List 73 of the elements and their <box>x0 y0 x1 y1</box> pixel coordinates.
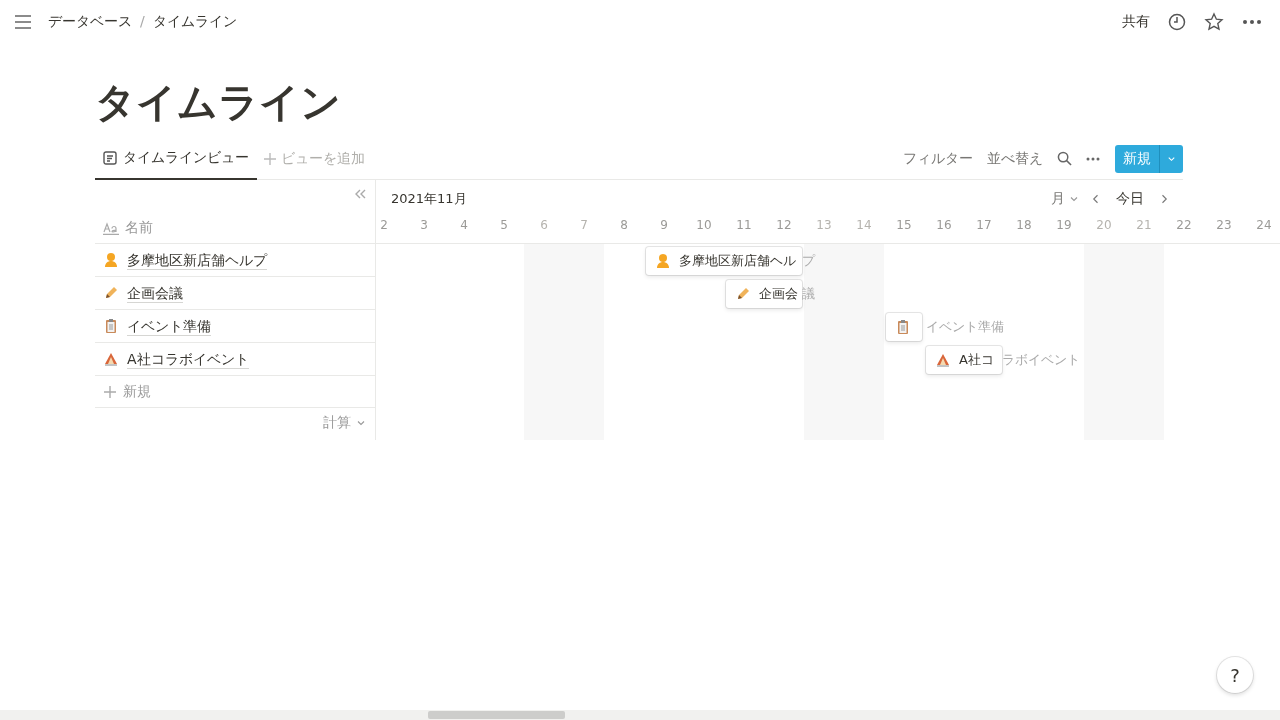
filter-button[interactable]: フィルター <box>896 149 980 168</box>
star-icon <box>1204 12 1224 32</box>
sort-button[interactable]: 並べ替え <box>980 149 1050 168</box>
bar-title-overflow: イベント準備 <box>926 318 1004 336</box>
day-label: 21 <box>1135 218 1153 232</box>
collapse-button[interactable] <box>353 188 367 200</box>
bar-title-overflow: ラボイベント <box>1002 351 1080 369</box>
day-label: 23 <box>1215 218 1233 232</box>
row-title[interactable]: イベント準備 <box>127 316 211 336</box>
day-label: 16 <box>935 218 953 232</box>
day-label: 8 <box>619 218 629 232</box>
month-label: 2021年11月 <box>391 190 467 208</box>
today-button[interactable]: 今日 <box>1112 190 1148 208</box>
view-tab[interactable]: タイムラインビュー <box>95 137 257 180</box>
day-label: 12 <box>775 218 793 232</box>
scrollbar-thumb[interactable] <box>428 711 565 719</box>
timeline-bar[interactable]: 多摩地区新店舗ヘル <box>646 247 802 275</box>
timeline-bar[interactable]: A社コ <box>926 346 1002 374</box>
bar-title: 多摩地区新店舗ヘル <box>679 252 796 270</box>
scale-dropdown[interactable]: 月 <box>1051 190 1080 208</box>
breadcrumb-separator: / <box>140 13 145 31</box>
bar-title: 企画会 <box>759 285 798 303</box>
more-icon <box>1242 19 1262 25</box>
timeline-bar[interactable]: 企画会 <box>726 280 802 308</box>
column-header: 名前 <box>125 219 153 237</box>
plus-icon <box>263 151 277 166</box>
tent-icon <box>935 352 951 368</box>
tent-icon <box>103 351 119 367</box>
clipboard-icon <box>895 319 911 335</box>
clipboard-icon <box>103 318 119 334</box>
plus-icon <box>103 384 117 399</box>
day-label: 3 <box>419 218 429 232</box>
double-chevron-icon <box>353 188 367 200</box>
clock-icon <box>1168 13 1186 31</box>
search-icon <box>1057 151 1072 166</box>
person-icon <box>655 253 671 269</box>
timeline-icon <box>103 150 117 165</box>
day-label: 7 <box>579 218 589 232</box>
day-label: 6 <box>539 218 549 232</box>
day-label: 11 <box>735 218 753 232</box>
menu-icon <box>14 15 32 29</box>
breadcrumb-link[interactable]: データベース <box>48 13 132 31</box>
day-label: 22 <box>1175 218 1193 232</box>
day-label: 10 <box>695 218 713 232</box>
breadcrumb-link[interactable]: タイムライン <box>152 13 237 31</box>
help-button[interactable]: ? <box>1217 657 1253 693</box>
row-title[interactable]: 企画会議 <box>127 283 183 303</box>
pencil-icon <box>103 285 119 301</box>
text-property-icon <box>103 221 119 235</box>
day-label: 17 <box>975 218 993 232</box>
day-label: 18 <box>1015 218 1033 232</box>
row-title[interactable]: A社コラボイベント <box>127 349 249 369</box>
day-label: 20 <box>1095 218 1113 232</box>
person-icon <box>103 252 119 268</box>
day-label: 9 <box>659 218 669 232</box>
row-title[interactable]: 多摩地区新店舗ヘルプ <box>127 250 267 270</box>
more-icon <box>1086 156 1100 161</box>
bar-title-overflow: プ <box>802 252 815 270</box>
day-label: 4 <box>459 218 469 232</box>
day-label: 5 <box>499 218 509 232</box>
day-label: 24 <box>1255 218 1273 232</box>
bar-title: A社コ <box>959 351 994 369</box>
day-label: 15 <box>895 218 913 232</box>
share-button[interactable]: 共有 <box>1118 11 1154 33</box>
day-label: 19 <box>1055 218 1073 232</box>
day-label: 13 <box>815 218 833 232</box>
page-title: タイムライン <box>95 78 342 127</box>
day-label: 2 <box>379 218 389 232</box>
timeline-bar[interactable] <box>886 313 922 341</box>
day-label: 14 <box>855 218 873 232</box>
bar-title-overflow: 議 <box>802 285 815 303</box>
new-dropdown-button[interactable] <box>1159 144 1183 173</box>
pencil-icon <box>735 286 751 302</box>
